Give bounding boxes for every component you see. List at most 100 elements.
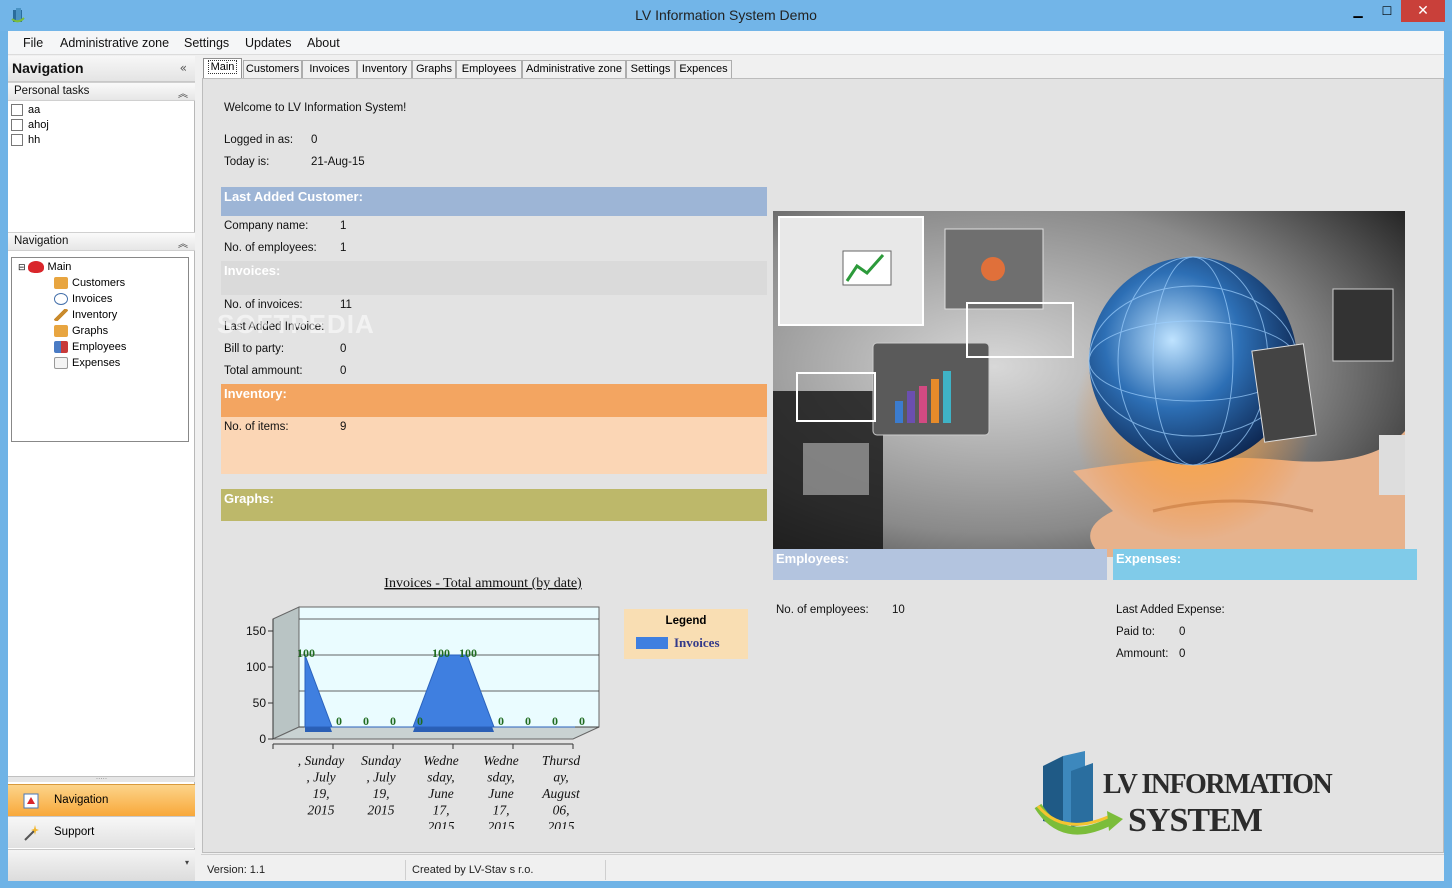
- x-category-label: Sunday: [361, 753, 401, 768]
- chart-title: Invoices - Total ammount (by date): [384, 576, 582, 591]
- close-button[interactable]: ✕: [1401, 0, 1445, 22]
- navigation-title: Navigation: [12, 60, 84, 76]
- x-category-label: June: [428, 786, 453, 801]
- x-category-label: , Sunday: [298, 753, 345, 768]
- chart-side-wall: [272, 606, 300, 740]
- x-category-label: 19,: [313, 786, 330, 801]
- tab-employees[interactable]: Employees: [456, 60, 522, 79]
- x-category-label: 06,: [553, 803, 570, 818]
- tab-inventory[interactable]: Inventory: [357, 60, 412, 79]
- employee-count-value: 10: [892, 604, 905, 616]
- employee-count-label: No. of employees:: [776, 604, 869, 616]
- paid-to-value: 0: [1179, 626, 1186, 638]
- collapse-panel-icon[interactable]: «: [180, 61, 187, 75]
- x-category-label: Thursd: [542, 753, 581, 768]
- task-checkbox[interactable]: [11, 134, 23, 147]
- chart-legend: Legend Invoices: [624, 609, 748, 659]
- wrench-icon: [54, 309, 68, 322]
- menu-administrative-zone[interactable]: Administrative zone: [60, 36, 169, 50]
- x-category-label: Wedne: [423, 753, 459, 768]
- title-bar: LV Information System Demo ▁ ☐ ✕: [0, 0, 1452, 31]
- collapse-icon[interactable]: ⊟: [18, 262, 26, 272]
- data-label: 0: [336, 714, 342, 728]
- customer-employees-value: 1: [340, 242, 347, 254]
- data-label: 0: [552, 714, 558, 728]
- bill-to-label: Bill to party:: [224, 343, 285, 355]
- client-area: File Administrative zone Settings Update…: [8, 31, 1444, 881]
- y-tick-label: 100: [246, 660, 266, 674]
- minimize-button[interactable]: ▁: [1343, 0, 1373, 22]
- support-button[interactable]: Support: [8, 816, 195, 848]
- y-tick-label: 50: [253, 696, 267, 710]
- x-category-label: sday,: [427, 770, 454, 785]
- logged-in-value: 0: [311, 134, 318, 146]
- overflow-menu-icon[interactable]: ▾: [185, 858, 189, 867]
- x-category-label: 2015: [488, 819, 515, 829]
- tree-node-customers[interactable]: Customers: [54, 277, 125, 290]
- customer-employees-label: No. of employees:: [224, 242, 317, 254]
- task-checkbox[interactable]: [11, 119, 23, 132]
- menu-file[interactable]: File: [23, 36, 43, 50]
- tree-node-inventory[interactable]: Inventory: [54, 309, 117, 322]
- tree-node-main[interactable]: ⊟ Main: [18, 261, 71, 274]
- graphs-icon: [54, 325, 68, 338]
- window-title: LV Information System Demo: [635, 7, 817, 23]
- chevron-up-icon[interactable]: ︽: [178, 235, 188, 250]
- data-label: 100: [459, 646, 477, 660]
- tab-expences[interactable]: Expences: [675, 60, 732, 79]
- tab-main[interactable]: Main: [203, 58, 242, 80]
- graphs-band: Graphs:: [221, 489, 767, 521]
- x-category-label: , July: [306, 770, 335, 785]
- task-item[interactable]: ahoj: [11, 119, 49, 133]
- magic-wand-icon: [24, 825, 39, 841]
- data-label: 0: [363, 714, 369, 728]
- tab-graphs[interactable]: Graphs: [412, 60, 456, 79]
- maximize-button[interactable]: ☐: [1372, 0, 1402, 22]
- x-category-label: sday,: [487, 770, 514, 785]
- tree-node-invoices[interactable]: Invoices: [54, 293, 112, 306]
- x-category-label: 2015: [308, 803, 335, 818]
- expenses-band: Expenses:: [1113, 549, 1417, 580]
- employees-band: Employees:: [773, 549, 1107, 580]
- tree-node-employees[interactable]: Employees: [54, 341, 126, 354]
- navigation-panel: Navigation « Personal tasks ︽ aa ahoj hh…: [8, 56, 195, 881]
- task-item[interactable]: hh: [11, 134, 40, 148]
- tab-customers[interactable]: Customers: [243, 60, 302, 79]
- status-bar: Version: 1.1 Created by LV-Stav s r.o.: [201, 854, 1444, 881]
- navigation-button[interactable]: Navigation: [8, 784, 195, 816]
- x-category-label: 17,: [433, 803, 450, 818]
- menu-updates[interactable]: Updates: [245, 36, 292, 50]
- data-label: 0: [417, 714, 423, 728]
- tab-settings[interactable]: Settings: [626, 60, 675, 79]
- no-items-label: No. of items:: [224, 421, 289, 433]
- support-button-label: Support: [54, 826, 95, 838]
- tree-node-graphs[interactable]: Graphs: [54, 325, 108, 338]
- x-category-label: 17,: [493, 803, 510, 818]
- task-checkbox[interactable]: [11, 104, 23, 117]
- heart-icon: [27, 261, 44, 274]
- panel-splitter[interactable]: ·····: [8, 776, 195, 783]
- x-category-label: 19,: [373, 786, 390, 801]
- no-items-value: 9: [340, 421, 347, 433]
- y-tick-label: 0: [259, 732, 266, 746]
- navigation-section-header[interactable]: Navigation ︽: [8, 232, 195, 251]
- data-label: 0: [498, 714, 504, 728]
- tab-administrative-zone[interactable]: Administrative zone: [522, 60, 626, 79]
- company-name-label: Company name:: [224, 220, 309, 232]
- today-label: Today is:: [224, 156, 270, 168]
- personal-tasks-header[interactable]: Personal tasks ︽: [8, 82, 195, 101]
- navigation-section-title: Navigation: [14, 235, 69, 247]
- amount-label: Ammount:: [1116, 648, 1169, 660]
- menu-about[interactable]: About: [307, 36, 340, 50]
- tab-invoices[interactable]: Invoices: [302, 60, 357, 79]
- chevron-up-icon[interactable]: ︽: [178, 85, 188, 100]
- data-label: 0: [525, 714, 531, 728]
- total-amount-label: Total ammount:: [224, 365, 303, 377]
- menu-settings[interactable]: Settings: [184, 36, 229, 50]
- customers-icon: [54, 277, 68, 290]
- task-item[interactable]: aa: [11, 104, 40, 118]
- navigation-icon: [23, 793, 39, 809]
- tree-node-expenses[interactable]: Expenses: [54, 357, 120, 370]
- x-category-label: Wedne: [483, 753, 519, 768]
- logo-line-2: SYSTEM: [1128, 802, 1263, 839]
